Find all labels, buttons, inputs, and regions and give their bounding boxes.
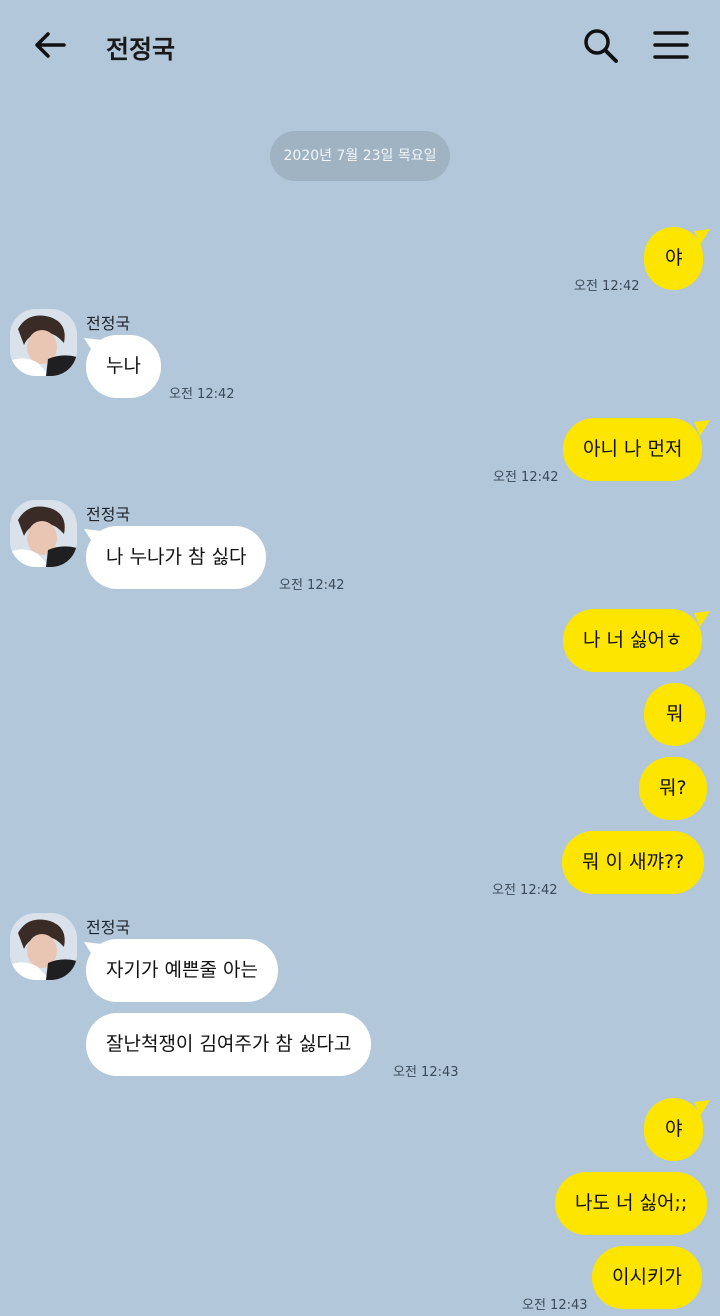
their-message-bubble[interactable]: 잘난척쟁이 김여주가 참 싫다고 — [86, 1013, 372, 1076]
sender-name: 전정국 — [86, 918, 131, 937]
profile-photo-icon — [10, 500, 77, 567]
search-button[interactable] — [580, 25, 622, 67]
bubble-tail — [694, 611, 710, 627]
search-icon — [584, 29, 618, 63]
my-message-bubble[interactable]: 이시키가 — [592, 1246, 702, 1309]
message-time: 오전 12:43 — [522, 1298, 588, 1313]
hamburger-menu-icon — [653, 31, 689, 59]
my-message-bubble[interactable]: 뭐 — [644, 683, 706, 746]
my-message-bubble[interactable]: 나도 너 싫어;; — [555, 1172, 708, 1235]
chat-title: 전정국 — [106, 35, 176, 64]
arrow-left-icon — [35, 32, 66, 58]
bubble-tail — [84, 338, 102, 354]
date-divider: 2020년 7월 23일 목요일 — [270, 131, 450, 181]
my-message-bubble[interactable]: 아니 나 먼저 — [563, 418, 703, 481]
bubble-tail — [84, 942, 102, 958]
back-button[interactable] — [30, 25, 70, 65]
chat-screen: 전정국 2020년 7월 23일 목요일 야 오전 12:42 전정국 누나 오… — [0, 0, 720, 1316]
sender-name: 전정국 — [86, 505, 131, 524]
bubble-tail — [694, 1100, 710, 1116]
bubble-tail — [694, 229, 710, 245]
my-message-bubble[interactable]: 뭐? — [639, 757, 707, 820]
avatar[interactable] — [10, 309, 77, 376]
their-message-bubble[interactable]: 자기가 예쁜줄 아는 — [86, 939, 278, 1002]
menu-button[interactable] — [650, 25, 692, 67]
message-time: 오전 12:43 — [393, 1065, 459, 1080]
sender-name: 전정국 — [86, 314, 131, 333]
bubble-tail — [84, 529, 102, 545]
message-time: 오전 12:42 — [574, 279, 640, 294]
avatar[interactable] — [10, 500, 77, 567]
bubble-tail — [694, 420, 710, 436]
my-message-bubble[interactable]: 뭐 이 새꺄?? — [562, 831, 705, 894]
message-time: 오전 12:42 — [169, 387, 235, 402]
message-time: 오전 12:42 — [493, 470, 559, 485]
profile-photo-icon — [10, 309, 77, 376]
profile-photo-icon — [10, 913, 77, 980]
message-time: 오전 12:42 — [279, 578, 345, 593]
message-time: 오전 12:42 — [492, 883, 558, 898]
my-message-bubble[interactable]: 나 너 싫어ㅎ — [563, 609, 703, 672]
their-message-bubble[interactable]: 나 누나가 참 싫다 — [86, 526, 267, 589]
avatar[interactable] — [10, 913, 77, 980]
chat-header: 전정국 — [0, 0, 720, 90]
